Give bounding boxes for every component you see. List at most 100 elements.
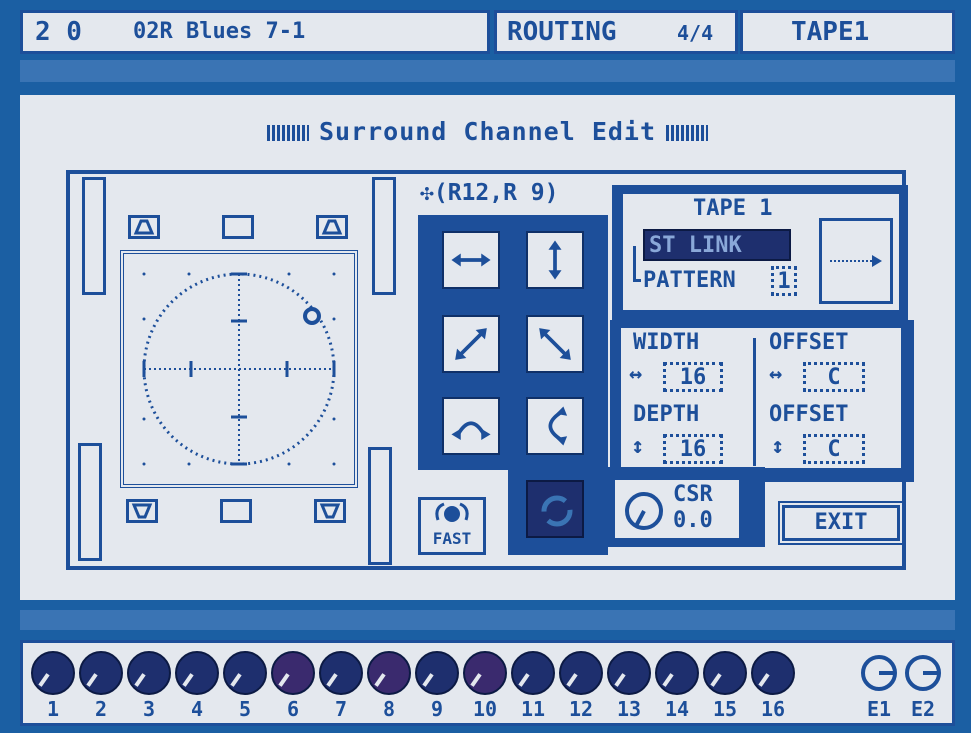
link-channel: TAPE 1 bbox=[693, 196, 773, 221]
panel-title: Surround Channel Edit bbox=[20, 117, 955, 146]
coordinate-value: (R12,R 9) bbox=[433, 180, 559, 206]
channel-knob-11[interactable] bbox=[511, 651, 555, 695]
speaker-front-left-icon[interactable] bbox=[128, 215, 160, 239]
main-panel: Surround Channel Edit ✣(R12,R 9) FAST TA… bbox=[20, 95, 955, 600]
channel-number: 16 bbox=[760, 697, 786, 721]
link-arrow-icon bbox=[830, 255, 882, 267]
channel-knob-13[interactable] bbox=[607, 651, 651, 695]
link-panel: TAPE 1 ST LINK PATTERN 1 bbox=[620, 191, 902, 313]
channel-knob-12[interactable] bbox=[559, 651, 603, 695]
pattern-value[interactable]: 1 bbox=[771, 266, 797, 296]
exit-button[interactable]: EXIT bbox=[778, 501, 904, 545]
offset-h-value[interactable]: C bbox=[803, 362, 865, 392]
surround-pan-display bbox=[142, 272, 336, 466]
fast-button[interactable]: FAST bbox=[418, 497, 486, 555]
title-hatch-right bbox=[666, 125, 709, 141]
csr-label: CSR bbox=[673, 482, 713, 507]
vertical-pattern-button[interactable] bbox=[526, 231, 584, 289]
csr-panel: CSR 0.0 bbox=[612, 477, 742, 541]
offset-v-value[interactable]: C bbox=[803, 434, 865, 464]
offset-v-label: OFFSET bbox=[769, 402, 849, 427]
scene-box: 2 0 02R Blues 7-1 bbox=[20, 10, 490, 54]
channel-knob-2[interactable] bbox=[79, 651, 123, 695]
fast-label: FAST bbox=[432, 529, 472, 548]
horizontal-arrow-icon bbox=[451, 253, 491, 267]
diagonal-down-arrow-icon bbox=[539, 328, 571, 360]
surround-field[interactable] bbox=[120, 250, 358, 488]
width-value[interactable]: 16 bbox=[663, 362, 723, 392]
channel-number: 12 bbox=[568, 697, 594, 721]
channel-knob-6[interactable] bbox=[271, 651, 315, 695]
depth-arrow-icon: ↕ bbox=[631, 434, 645, 459]
front-left-fader[interactable] bbox=[82, 177, 106, 295]
width-label: WIDTH bbox=[633, 330, 700, 355]
channel-knob-14[interactable] bbox=[655, 651, 699, 695]
channel-knob-4[interactable] bbox=[175, 651, 219, 695]
channel-number: 14 bbox=[664, 697, 690, 721]
channel-number: 9 bbox=[430, 697, 444, 721]
channel-knob-5[interactable] bbox=[223, 651, 267, 695]
speaker-rear-left-icon[interactable] bbox=[126, 499, 158, 523]
arc-horizontal-pattern-button[interactable] bbox=[442, 397, 500, 455]
header-stripe bbox=[20, 60, 955, 82]
speaker-rear-right-icon[interactable] bbox=[314, 499, 346, 523]
front-right-fader[interactable] bbox=[372, 177, 396, 295]
channel-number: 6 bbox=[286, 697, 300, 721]
rotate-icon bbox=[541, 495, 573, 527]
link-arrow-button[interactable] bbox=[819, 218, 893, 304]
speaker-front-right-icon[interactable] bbox=[316, 215, 348, 239]
channel-number: 3 bbox=[142, 697, 156, 721]
st-link-button[interactable]: ST LINK bbox=[643, 229, 791, 261]
channel-name: TAPE1 bbox=[791, 17, 870, 47]
channel-number: 5 bbox=[238, 697, 252, 721]
rear-left-fader[interactable] bbox=[78, 443, 102, 561]
screen-box: ROUTING 4/4 bbox=[494, 10, 738, 54]
depth-value[interactable]: 16 bbox=[663, 434, 723, 464]
exit-label: EXIT bbox=[814, 510, 868, 535]
effect-knob-1[interactable] bbox=[859, 653, 899, 693]
move-arrows-icon: ✣ bbox=[420, 180, 434, 206]
channel-knob-10[interactable] bbox=[463, 651, 507, 695]
channel-knob-3[interactable] bbox=[127, 651, 171, 695]
channel-knob-9[interactable] bbox=[415, 651, 459, 695]
fast-rotate-icon bbox=[435, 502, 469, 522]
channel-number: 2 bbox=[94, 697, 108, 721]
csr-knob-icon[interactable] bbox=[621, 488, 667, 534]
pattern-bracket bbox=[633, 246, 641, 282]
channel-number: 13 bbox=[616, 697, 642, 721]
channel-number: 11 bbox=[520, 697, 546, 721]
channel-knob-7[interactable] bbox=[319, 651, 363, 695]
coordinate-readout: ✣(R12,R 9) bbox=[420, 180, 558, 206]
rear-right-fader[interactable] bbox=[368, 447, 392, 565]
channel-knob-8[interactable] bbox=[367, 651, 411, 695]
channel-knob-1[interactable] bbox=[31, 651, 75, 695]
arc-vertical-icon bbox=[548, 406, 568, 446]
diagonal-down-pattern-button[interactable] bbox=[526, 315, 584, 373]
channel-number: 7 bbox=[334, 697, 348, 721]
horizontal-pattern-button[interactable] bbox=[442, 231, 500, 289]
footer-stripe bbox=[20, 610, 955, 630]
offset-v-arrow-icon: ↕ bbox=[771, 434, 785, 459]
rotate-pattern-button[interactable] bbox=[526, 480, 584, 538]
channel-number: 15 bbox=[712, 697, 738, 721]
speaker-rear-center-icon[interactable] bbox=[220, 499, 252, 523]
channel-strip: 1 2 3 4 5 6 7 8 9 10 11 12 13 14 15 16 E… bbox=[20, 640, 955, 726]
param-panel: WIDTH ↔ 16 DEPTH ↕ 16 OFFSET ↔ C OFFSET … bbox=[618, 325, 904, 471]
arc-horizontal-icon bbox=[451, 421, 491, 440]
effect-knob-2[interactable] bbox=[903, 653, 943, 693]
scene-number: 2 0 bbox=[35, 17, 82, 47]
scene-name: 02R Blues 7-1 bbox=[133, 19, 306, 44]
screen-name: ROUTING bbox=[507, 17, 617, 47]
channel-knob-16[interactable] bbox=[751, 651, 795, 695]
arc-vertical-pattern-button[interactable] bbox=[526, 397, 584, 455]
width-arrow-icon: ↔ bbox=[629, 362, 643, 387]
diagonal-up-pattern-button[interactable] bbox=[442, 315, 500, 373]
speaker-center-icon[interactable] bbox=[222, 215, 254, 239]
channel-number: 4 bbox=[190, 697, 204, 721]
page-indicator: 4/4 bbox=[677, 21, 714, 45]
channel-knob-15[interactable] bbox=[703, 651, 747, 695]
offset-h-label: OFFSET bbox=[769, 330, 849, 355]
offset-h-arrow-icon: ↔ bbox=[769, 362, 783, 387]
diagonal-up-arrow-icon bbox=[455, 328, 487, 360]
channel-box: TAPE1 bbox=[740, 10, 955, 54]
